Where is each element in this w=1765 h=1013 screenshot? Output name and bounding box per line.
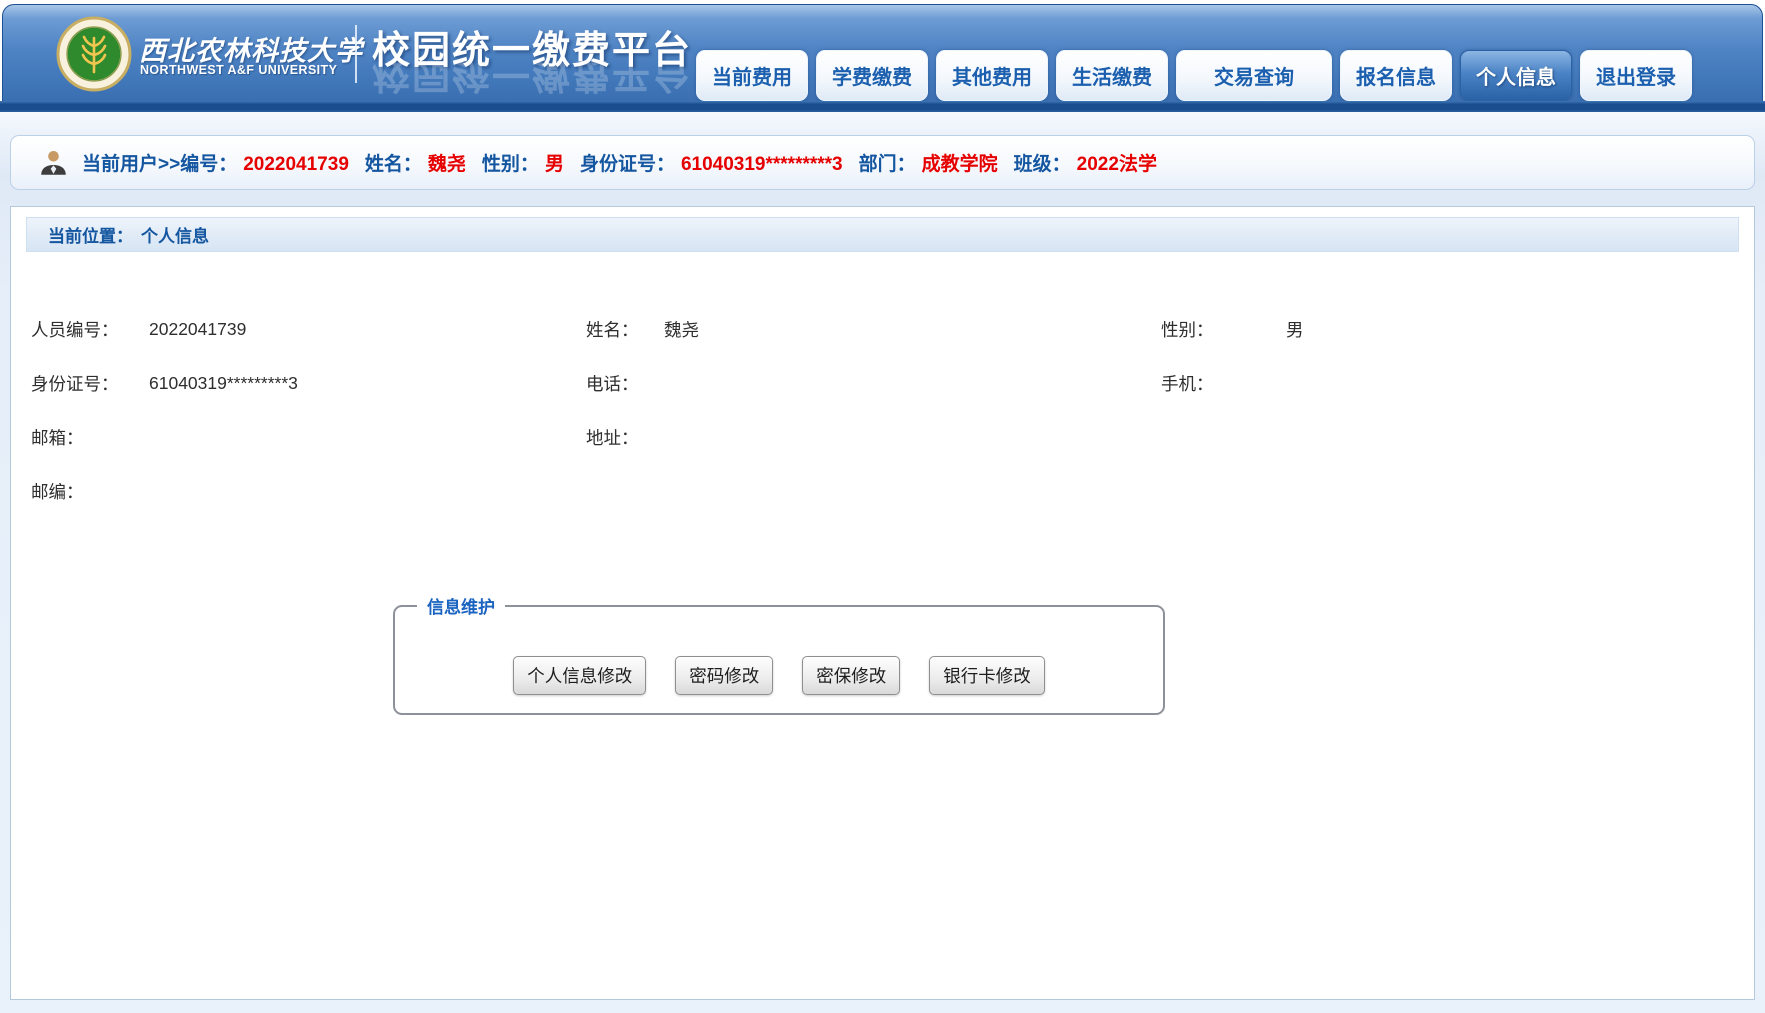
header-bottom-strip: [0, 101, 1765, 112]
app-header: 西北农林科技大学 NORTHWEST A&F UNIVERSITY 校园统一缴费…: [2, 4, 1763, 101]
user-dept-value: 成教学院: [922, 154, 998, 175]
name-label: 姓名：: [586, 317, 664, 342]
user-id-field: 编号： 2022041739: [180, 149, 349, 176]
user-dept-field: 部门： 成教学院: [859, 149, 998, 176]
name-value: 魏尧: [664, 317, 1161, 342]
tab-personal-info[interactable]: 个人信息: [1460, 50, 1572, 101]
profile-info-grid: 人员编号：2022041739姓名：魏尧性别：男身份证号：61040319***…: [11, 302, 1754, 518]
user-id-value: 2022041739: [243, 154, 349, 175]
tab-transaction-query[interactable]: 交易查询: [1176, 50, 1332, 101]
user-id-card-field: 身份证号： 61040319*********3: [580, 149, 843, 176]
current-user-bar: 当前用户>> 编号： 2022041739 姓名： 魏尧性别： 男身份证号： 610403…: [10, 135, 1755, 190]
university-logo-icon: [56, 16, 132, 92]
content-panel: 当前位置： 个人信息 人员编号：2022041739姓名：魏尧性别：男身份证号：…: [10, 206, 1755, 1000]
user-gender-label: 性别：: [482, 154, 539, 175]
user-name-value: 魏尧: [428, 154, 466, 175]
user-class-field: 班级： 2022法学: [1014, 149, 1157, 176]
tab-living-payment[interactable]: 生活缴费: [1056, 50, 1168, 101]
platform-title-reflection: 校园统一缴费平台: [372, 61, 692, 101]
brand-divider: [355, 25, 357, 83]
gender-label: 性别：: [1161, 317, 1286, 342]
breadcrumb-label: 当前位置：: [48, 222, 133, 247]
person-id-value: 2022041739: [149, 319, 586, 340]
breadcrumb: 当前位置： 个人信息: [26, 217, 1739, 252]
gender-value: 男: [1286, 317, 1754, 342]
user-id-card-value: 61040319*********3: [681, 154, 843, 175]
maintenance-button-row: 个人信息修改密码修改密保修改银行卡修改: [395, 656, 1163, 695]
info-maintenance-legend: 信息维护: [417, 593, 505, 618]
user-class-value: 2022法学: [1077, 154, 1157, 175]
main-nav-tabs: 当前费用学费缴费其他费用生活缴费交易查询报名信息个人信息退出登录: [696, 50, 1692, 101]
change-password-button[interactable]: 密码修改: [675, 656, 773, 695]
tab-other-fees[interactable]: 其他费用: [936, 50, 1048, 101]
current-user-fields: 编号： 2022041739 姓名： 魏尧性别： 男身份证号： 61040319*****…: [180, 149, 1157, 176]
email-label: 邮箱：: [31, 425, 149, 450]
id-card-label: 身份证号：: [31, 371, 149, 396]
mobile-label: 手机：: [1161, 371, 1286, 396]
user-avatar-icon: [38, 147, 69, 178]
postcode-label: 邮编：: [31, 479, 149, 504]
breadcrumb-current-page: 个人信息: [141, 222, 209, 247]
profile-row: 邮箱： 地址：: [11, 410, 1754, 464]
user-gender-value: 男: [545, 154, 564, 175]
person-id-label: 人员编号：: [31, 317, 149, 342]
id-card-value: 61040319*********3: [149, 373, 586, 394]
user-name-label: 姓名：: [365, 154, 422, 175]
address-label: 地址：: [586, 425, 664, 450]
tab-current-fees[interactable]: 当前费用: [696, 50, 808, 101]
user-dept-label: 部门：: [859, 154, 916, 175]
user-class-label: 班级：: [1014, 154, 1071, 175]
edit-personal-info-button[interactable]: 个人信息修改: [513, 656, 646, 695]
info-maintenance-fieldset: 信息维护 个人信息修改密码修改密保修改银行卡修改: [393, 593, 1165, 715]
edit-bank-card-button[interactable]: 银行卡修改: [929, 656, 1045, 695]
tab-logout[interactable]: 退出登录: [1580, 50, 1692, 101]
change-security-question-button[interactable]: 密保修改: [802, 656, 900, 695]
tab-registration-info[interactable]: 报名信息: [1340, 50, 1452, 101]
user-id-label: 编号：: [180, 154, 237, 175]
current-user-prefix: 当前用户>>: [82, 149, 180, 176]
profile-row: 邮编：: [11, 464, 1754, 518]
university-name-en: NORTHWEST A&F UNIVERSITY: [140, 63, 337, 77]
user-name-field: 姓名： 魏尧: [365, 149, 466, 176]
telephone-label: 电话：: [586, 371, 664, 396]
user-gender-field: 性别： 男: [482, 149, 564, 176]
profile-row: 身份证号：61040319*********3电话： 手机：: [11, 356, 1754, 410]
user-id-card-label: 身份证号：: [580, 154, 675, 175]
tab-tuition-payment[interactable]: 学费缴费: [816, 50, 928, 101]
profile-row: 人员编号：2022041739姓名：魏尧性别：男: [11, 302, 1754, 356]
